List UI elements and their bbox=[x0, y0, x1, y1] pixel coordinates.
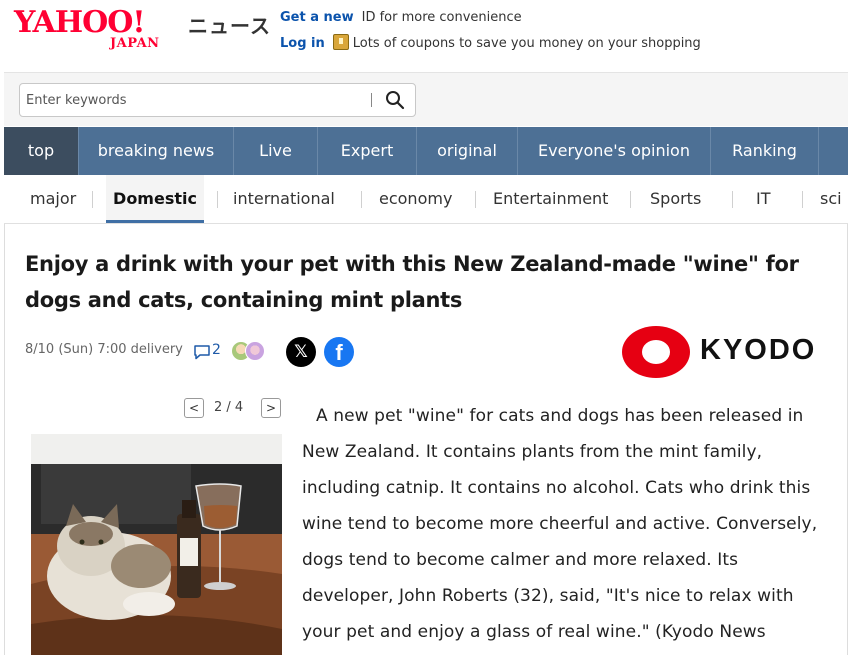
search-input[interactable] bbox=[26, 89, 366, 111]
avatar bbox=[245, 341, 265, 361]
pager-position: 2 / 4 bbox=[214, 400, 244, 415]
kyodo-mark-icon bbox=[622, 326, 690, 378]
get-new-id-link[interactable]: Get a new bbox=[280, 10, 354, 25]
promo-new-id: Get a new ID for more convenience bbox=[280, 9, 522, 27]
service-name[interactable]: ニュース bbox=[188, 10, 271, 39]
category-nav: major Domestic international economy Ent… bbox=[4, 175, 848, 224]
category-major[interactable]: major bbox=[30, 175, 76, 223]
login-link[interactable]: Log in bbox=[280, 36, 325, 51]
comment-count[interactable]: 2 bbox=[212, 342, 221, 358]
comment-icon[interactable] bbox=[193, 344, 211, 360]
category-domestic[interactable]: Domestic bbox=[106, 175, 204, 223]
image-pager: < 2 / 4 > bbox=[184, 398, 284, 418]
category-separator bbox=[732, 191, 733, 208]
source-name: KYODO bbox=[700, 334, 817, 366]
category-separator bbox=[475, 191, 476, 208]
logo-japan-text: JAPAN bbox=[110, 36, 160, 51]
promo-text: ID for more convenience bbox=[361, 10, 522, 25]
nav-breaking-news[interactable]: breaking news bbox=[79, 127, 234, 175]
logo-wordmark: YAHOO! bbox=[14, 5, 146, 40]
search-icon bbox=[386, 91, 405, 110]
article-photo[interactable] bbox=[31, 434, 282, 655]
article-headline: Enjoy a drink with your pet with this Ne… bbox=[25, 252, 799, 312]
category-entertainment[interactable]: Entertainment bbox=[493, 175, 608, 223]
x-icon: 𝕏 bbox=[294, 342, 308, 362]
category-separator bbox=[217, 191, 218, 208]
article-timestamp: 8/10 (Sun) 7:00 delivery bbox=[25, 342, 183, 357]
commenter-avatars[interactable] bbox=[231, 341, 271, 363]
search-divider bbox=[371, 93, 372, 107]
search-bar-area bbox=[4, 72, 848, 126]
kyodo-logo[interactable]: KYODO bbox=[622, 326, 822, 378]
category-separator bbox=[630, 191, 631, 208]
main-nav: top breaking news Live Expert original E… bbox=[4, 127, 848, 175]
category-science[interactable]: sci bbox=[820, 175, 842, 223]
category-separator bbox=[802, 191, 803, 208]
coupon-icon bbox=[332, 34, 349, 50]
nav-everyones-opinion[interactable]: Everyone's opinion bbox=[518, 127, 711, 175]
promo-coupon-text[interactable]: Lots of coupons to save you money on you… bbox=[353, 36, 701, 51]
nav-ranking[interactable]: Ranking bbox=[711, 127, 819, 175]
category-separator bbox=[361, 191, 362, 208]
nav-top[interactable]: top bbox=[4, 127, 79, 175]
share-facebook-button[interactable]: f bbox=[324, 337, 354, 367]
search-box bbox=[19, 83, 416, 117]
promo-login: Log in Lots of coupons to save you money … bbox=[280, 34, 701, 53]
article-body: A new pet "wine" for cats and dogs has b… bbox=[302, 406, 818, 642]
site-header: YAHOO! JAPAN ニュース Get a new ID for more c… bbox=[0, 0, 848, 72]
nav-expert[interactable]: Expert bbox=[318, 127, 417, 175]
search-button[interactable] bbox=[380, 87, 410, 113]
nav-more[interactable] bbox=[819, 127, 848, 175]
category-international[interactable]: international bbox=[233, 175, 335, 223]
share-x-button[interactable]: 𝕏 bbox=[286, 337, 316, 367]
pager-prev-button[interactable]: < bbox=[184, 398, 204, 418]
category-sports[interactable]: Sports bbox=[650, 175, 701, 223]
category-separator bbox=[92, 191, 93, 208]
facebook-icon: f bbox=[335, 340, 343, 365]
category-economy[interactable]: economy bbox=[379, 175, 452, 223]
category-it[interactable]: IT bbox=[756, 175, 771, 223]
yahoo-japan-logo[interactable]: YAHOO! JAPAN bbox=[14, 6, 184, 52]
nav-live[interactable]: Live bbox=[234, 127, 318, 175]
cat-wine-image bbox=[31, 434, 282, 655]
nav-original[interactable]: original bbox=[417, 127, 518, 175]
article: Enjoy a drink with your pet with this Ne… bbox=[4, 224, 848, 655]
pager-next-button[interactable]: > bbox=[261, 398, 281, 418]
